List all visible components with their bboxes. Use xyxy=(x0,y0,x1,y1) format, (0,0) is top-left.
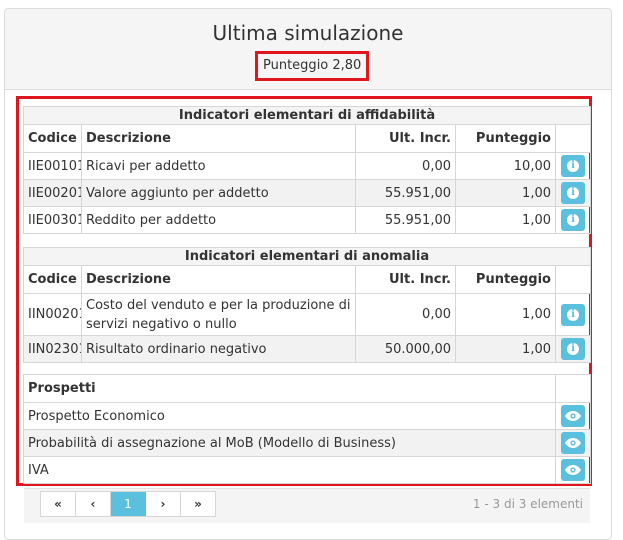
column-header-action xyxy=(555,374,591,403)
page-1-button[interactable]: 1 xyxy=(111,492,146,516)
column-header-incr: Ult. Incr. xyxy=(355,265,456,294)
section-title: Indicatori elementari di anomalia xyxy=(22,247,592,266)
info-icon: i xyxy=(567,160,580,172)
column-header-desc: Descrizione xyxy=(81,124,356,153)
cell-desc: Ricavi per addetto xyxy=(81,152,356,180)
info-icon: i xyxy=(567,214,580,226)
cell-score: 1,00 xyxy=(455,179,556,207)
section-title: Indicatori elementari di affidabilità xyxy=(22,106,592,125)
eye-icon xyxy=(565,411,581,421)
prospetto-label: IVA xyxy=(23,456,556,484)
affidabilita-table: Indicatori elementari di affidabilità Co… xyxy=(22,106,592,234)
cell-code: IIE00101 xyxy=(23,152,82,180)
cell-desc: Valore aggiunto per addetto xyxy=(81,179,356,207)
next-page-button[interactable]: › xyxy=(146,492,181,516)
info-icon: i xyxy=(567,308,579,321)
view-button[interactable] xyxy=(561,459,585,481)
column-header-desc: Descrizione xyxy=(81,265,356,294)
panel-title: Ultima simulazione xyxy=(212,21,404,45)
view-button[interactable] xyxy=(561,432,585,454)
info-icon: i xyxy=(567,187,580,199)
table-row: IIE00101 Ricavi per addetto 0,00 10,00 i xyxy=(23,152,592,180)
column-header-incr: Ult. Incr. xyxy=(355,124,456,153)
prospetti-table: Prospetti Prospetto Economico Probabilit… xyxy=(23,374,591,484)
info-button[interactable]: i xyxy=(561,182,586,204)
table-row: IIE00201 Valore aggiunto per addetto 55.… xyxy=(23,179,592,207)
panel-header: Ultima simulazione Punteggio 2,80 xyxy=(5,9,611,90)
score-badge: Punteggio 2,80 xyxy=(255,51,370,81)
list-item: Probabilità di assegnazione al MoB (Mode… xyxy=(23,429,591,457)
list-item: Prospetto Economico xyxy=(23,402,591,430)
info-button[interactable]: i xyxy=(561,155,586,177)
anomalia-table: Indicatori elementari di anomalia Codice… xyxy=(22,247,592,363)
cell-incr: 50.000,00 xyxy=(355,335,456,363)
cell-code: IIN02301 xyxy=(23,335,82,363)
cell-incr: 0,00 xyxy=(355,293,456,336)
table-row: IIN02301 Risultato ordinario negativo 50… xyxy=(23,335,592,363)
cell-incr: 55.951,00 xyxy=(355,179,456,207)
pagination-info: 1 - 3 di 3 elementi xyxy=(472,497,583,511)
first-page-button[interactable]: « xyxy=(41,492,76,516)
list-item: IVA xyxy=(23,456,591,484)
column-header-action xyxy=(554,124,592,153)
cell-score: 1,00 xyxy=(455,335,556,363)
prospetti-title: Prospetti xyxy=(23,374,556,403)
info-button[interactable]: i xyxy=(561,338,585,360)
cell-code: IIE00201 xyxy=(23,179,82,207)
table-row: IIE00301 Reddito per addetto 55.951,00 1… xyxy=(23,206,592,234)
view-button[interactable] xyxy=(561,405,585,427)
table-row: IIN00201 Costo del venduto e per la prod… xyxy=(23,293,592,336)
eye-icon xyxy=(565,465,581,475)
last-page-button[interactable]: » xyxy=(181,492,215,516)
info-icon: i xyxy=(567,343,579,355)
info-button[interactable]: i xyxy=(561,209,586,231)
cell-code: IIN00201 xyxy=(23,293,82,336)
cell-score: 1,00 xyxy=(455,206,556,234)
info-button[interactable]: i xyxy=(561,303,585,326)
eye-icon xyxy=(565,438,581,448)
cell-desc: Costo del venduto e per la produzione di… xyxy=(81,293,356,336)
column-header-score: Punteggio xyxy=(455,265,556,294)
cell-code: IIE00301 xyxy=(23,206,82,234)
column-header-score: Punteggio xyxy=(455,124,556,153)
cell-score: 1,00 xyxy=(455,293,556,336)
prev-page-button[interactable]: ‹ xyxy=(76,492,111,516)
column-header-code: Codice xyxy=(23,124,82,153)
pagination: « ‹ 1 › » xyxy=(40,491,216,517)
cell-desc: Risultato ordinario negativo xyxy=(81,335,356,363)
prospetto-label: Probabilità di assegnazione al MoB (Mode… xyxy=(23,429,556,457)
cell-score: 10,00 xyxy=(455,152,556,180)
prospetto-label: Prospetto Economico xyxy=(23,402,556,430)
column-header-code: Codice xyxy=(23,265,82,294)
cell-incr: 0,00 xyxy=(355,152,456,180)
cell-desc: Reddito per addetto xyxy=(81,206,356,234)
column-header-action xyxy=(554,265,592,294)
cell-incr: 55.951,00 xyxy=(355,206,456,234)
